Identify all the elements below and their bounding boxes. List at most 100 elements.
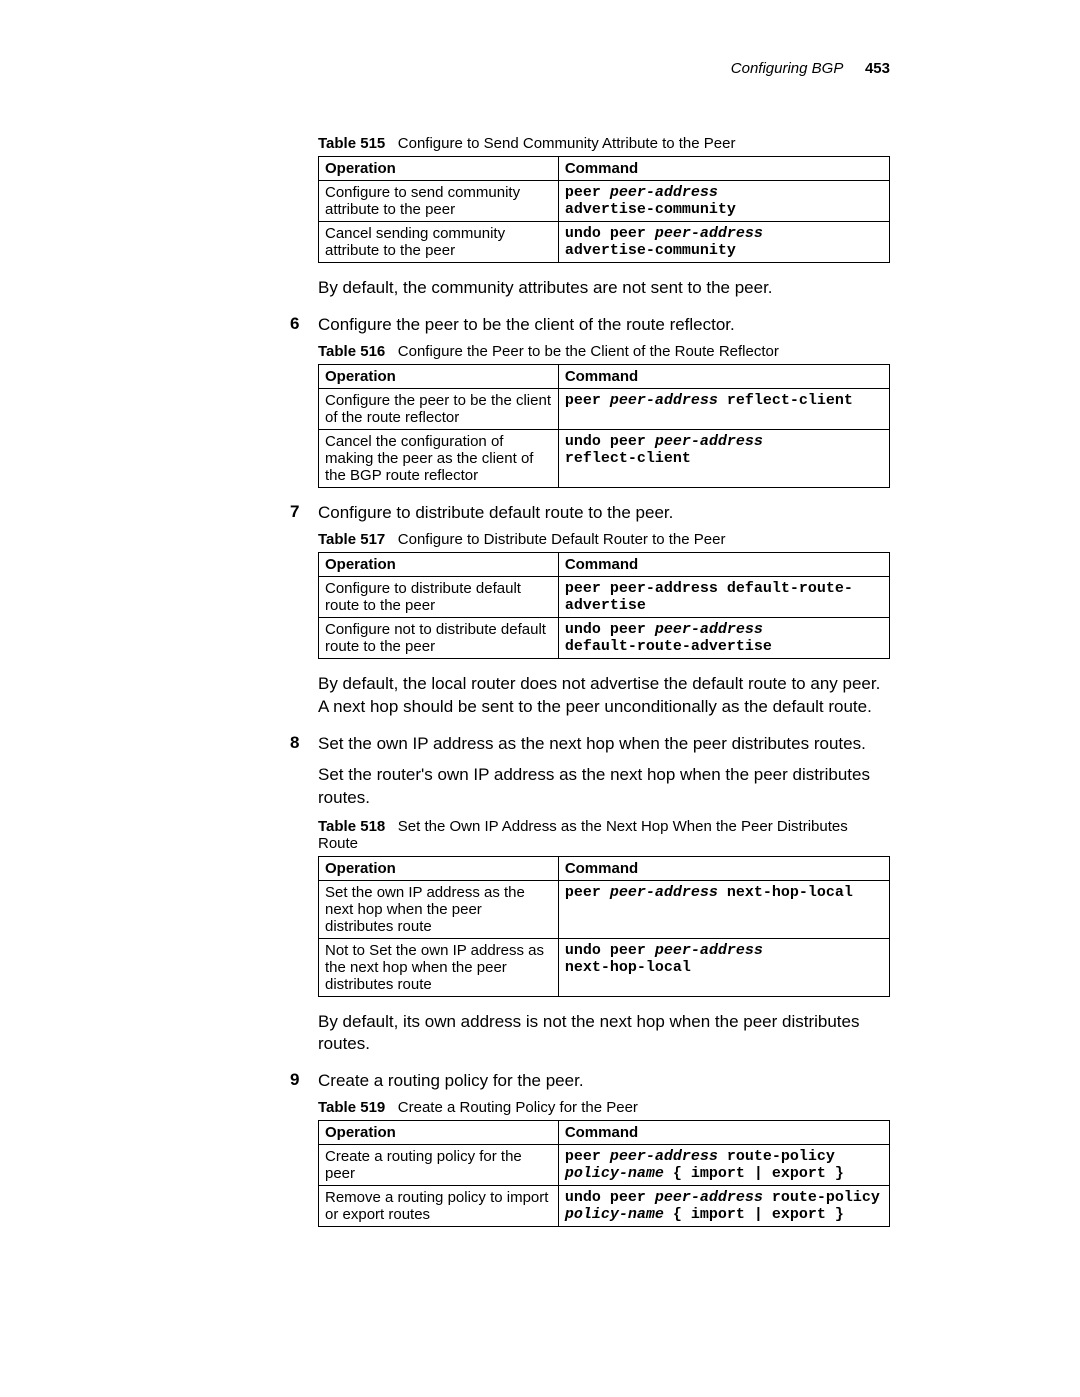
step-number: 6	[290, 314, 318, 334]
cmd-cell: undo peer peer-address default-route-adv…	[558, 617, 889, 658]
paragraph: By default, the community attributes are…	[318, 277, 890, 300]
col-command: Command	[558, 856, 889, 880]
col-command: Command	[558, 157, 889, 181]
step-9: 9 Create a routing policy for the peer.	[290, 1070, 890, 1093]
step-number: 8	[290, 733, 318, 753]
cmd-keyword: undo peer	[565, 225, 646, 242]
section-title: Configuring BGP	[731, 60, 843, 77]
step-number: 9	[290, 1070, 318, 1090]
page: Configuring BGP 453 Table 515 Configure …	[0, 0, 1080, 1397]
table-label: Table 515	[318, 135, 385, 152]
table-518-caption: Table 518 Set the Own IP Address as the …	[318, 818, 890, 852]
cmd-keyword: peer peer-address default-route-advertis…	[565, 580, 853, 614]
op-cell: Configure to send community attribute to…	[319, 181, 559, 222]
cmd-cell: peer peer-address route-policy policy-na…	[558, 1145, 889, 1186]
table-header-row: Operation Command	[319, 1121, 890, 1145]
col-operation: Operation	[319, 157, 559, 181]
table-row: Create a routing policy for the peer pee…	[319, 1145, 890, 1186]
paragraph: By default, the local router does not ad…	[318, 673, 890, 719]
col-command: Command	[558, 552, 889, 576]
cmd-keyword: advertise-community	[565, 201, 736, 218]
cmd-keyword: undo peer	[565, 1189, 646, 1206]
cmd-arg: peer-address	[655, 1189, 763, 1206]
col-command: Command	[558, 1121, 889, 1145]
op-cell: Set the own IP address as the next hop w…	[319, 880, 559, 938]
cmd-cell: peer peer-address reflect-client	[558, 388, 889, 429]
table-row: Cancel sending community attribute to th…	[319, 222, 890, 263]
table-515: Operation Command Configure to send comm…	[318, 156, 890, 263]
cmd-keyword: next-hop-local	[565, 959, 691, 976]
cmd-keyword: { import | export }	[673, 1206, 844, 1223]
cmd-keyword: undo peer	[565, 942, 646, 959]
cmd-arg: peer-address	[655, 225, 763, 242]
content: Table 515 Configure to Send Community At…	[290, 135, 890, 1227]
cmd-keyword: route-policy	[772, 1189, 880, 1206]
cmd-cell: peer peer-address default-route-advertis…	[558, 576, 889, 617]
cmd-cell: undo peer peer-address next-hop-local	[558, 938, 889, 996]
table-row: Configure to send community attribute to…	[319, 181, 890, 222]
step-number: 7	[290, 502, 318, 522]
step-text: Set the own IP address as the next hop w…	[318, 733, 866, 756]
step-7: 7 Configure to distribute default route …	[290, 502, 890, 525]
cmd-keyword: undo peer	[565, 621, 646, 638]
table-label: Table 516	[318, 343, 385, 360]
step-text: Configure to distribute default route to…	[318, 502, 673, 525]
table-row: Configure not to distribute default rout…	[319, 617, 890, 658]
table-caption-text: Set the Own IP Address as the Next Hop W…	[318, 818, 848, 852]
table-label: Table 517	[318, 531, 385, 548]
step-8: 8 Set the own IP address as the next hop…	[290, 733, 890, 756]
cmd-keyword: reflect-client	[565, 450, 691, 467]
cmd-arg: peer-address	[610, 1148, 718, 1165]
cmd-keyword: peer	[565, 884, 601, 901]
table-header-row: Operation Command	[319, 552, 890, 576]
col-command: Command	[558, 364, 889, 388]
op-cell: Remove a routing policy to import or exp…	[319, 1186, 559, 1227]
cmd-keyword: undo peer	[565, 433, 646, 450]
col-operation: Operation	[319, 856, 559, 880]
table-517-caption: Table 517 Configure to Distribute Defaul…	[318, 531, 890, 548]
table-row: Set the own IP address as the next hop w…	[319, 880, 890, 938]
cmd-cell: undo peer peer-address route-policy poli…	[558, 1186, 889, 1227]
cmd-keyword: reflect-client	[727, 392, 853, 409]
col-operation: Operation	[319, 364, 559, 388]
table-516-caption: Table 516 Configure the Peer to be the C…	[318, 343, 890, 360]
cmd-arg: peer-address	[610, 184, 718, 201]
op-cell: Cancel the configuration of making the p…	[319, 429, 559, 487]
op-cell: Create a routing policy for the peer	[319, 1145, 559, 1186]
cmd-cell: peer peer-address next-hop-local	[558, 880, 889, 938]
table-row: Remove a routing policy to import or exp…	[319, 1186, 890, 1227]
cmd-arg: policy-name	[565, 1165, 664, 1182]
cmd-cell: undo peer peer-address advertise-communi…	[558, 222, 889, 263]
cmd-arg: peer-address	[655, 621, 763, 638]
table-row: Configure to distribute default route to…	[319, 576, 890, 617]
table-caption-text: Configure to Distribute Default Router t…	[398, 531, 726, 548]
cmd-arg: peer-address	[610, 884, 718, 901]
op-cell: Configure to distribute default route to…	[319, 576, 559, 617]
op-cell: Configure the peer to be the client of t…	[319, 388, 559, 429]
table-label: Table 519	[318, 1099, 385, 1116]
table-label: Table 518	[318, 818, 385, 835]
cmd-keyword: next-hop-local	[727, 884, 853, 901]
table-row: Not to Set the own IP address as the nex…	[319, 938, 890, 996]
op-cell: Not to Set the own IP address as the nex…	[319, 938, 559, 996]
table-caption-text: Create a Routing Policy for the Peer	[398, 1099, 638, 1116]
table-row: Cancel the configuration of making the p…	[319, 429, 890, 487]
running-header: Configuring BGP 453	[731, 60, 890, 77]
cmd-keyword: default-route-advertise	[565, 638, 772, 655]
table-header-row: Operation Command	[319, 157, 890, 181]
cmd-keyword: route-policy	[727, 1148, 835, 1165]
paragraph: Set the router's own IP address as the n…	[318, 764, 890, 810]
cmd-keyword: peer	[565, 392, 601, 409]
cmd-keyword: peer	[565, 184, 601, 201]
cmd-cell: undo peer peer-address reflect-client	[558, 429, 889, 487]
table-519: Operation Command Create a routing polic…	[318, 1120, 890, 1227]
table-header-row: Operation Command	[319, 364, 890, 388]
cmd-arg: peer-address	[655, 942, 763, 959]
table-row: Configure the peer to be the client of t…	[319, 388, 890, 429]
col-operation: Operation	[319, 1121, 559, 1145]
table-517: Operation Command Configure to distribut…	[318, 552, 890, 659]
cmd-keyword: advertise-community	[565, 242, 736, 259]
cmd-arg: peer-address	[610, 392, 718, 409]
step-text: Configure the peer to be the client of t…	[318, 314, 735, 337]
step-text: Create a routing policy for the peer.	[318, 1070, 584, 1093]
